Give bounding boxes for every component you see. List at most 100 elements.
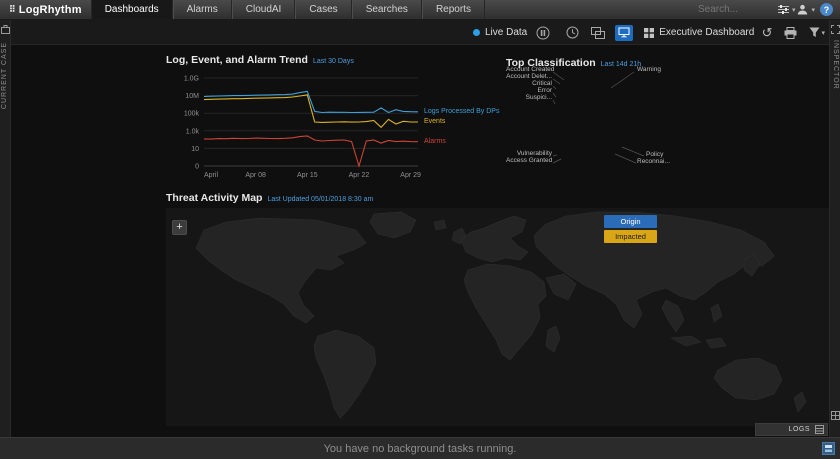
tab-label: Searches (366, 4, 408, 15)
island-indonesia-1 (671, 336, 701, 346)
donut-label-error: Error (506, 87, 552, 94)
pause-icon[interactable] (536, 26, 550, 40)
trend-series-label-events: Events (424, 118, 445, 125)
status-bar: You have no background tasks running. (0, 437, 840, 459)
tab-label: CloudAI (246, 4, 282, 15)
tab-alarms[interactable]: Alarms (173, 0, 232, 19)
search-caret-icon: ▾ (792, 6, 796, 14)
tab-cases[interactable]: Cases (295, 0, 351, 19)
map-panel-subtitle: Last Updated 05/01/2018 8:30 am (267, 196, 373, 203)
top-menu-bar: ⠿ LogRhythm Dashboards Alarms CloudAI Ca… (0, 0, 840, 20)
legend-impacted-button[interactable]: Impacted (604, 230, 657, 243)
inspector-label: INSPECTOR (832, 40, 839, 90)
donut-label-policy: Policy (646, 151, 663, 158)
print-icon[interactable] (784, 27, 797, 39)
user-caret-icon: ▾ (811, 6, 815, 14)
island-indonesia-2 (706, 338, 726, 348)
live-data-label: Live Data (485, 27, 527, 38)
logrhythm-logo-icon: ⠿ (9, 4, 16, 15)
logs-tray-label: LOGS (789, 426, 810, 433)
donut-label-access-granted: Access Granted (506, 157, 552, 164)
world-map-graphic (166, 208, 829, 426)
logs-tray[interactable]: LOGS (755, 423, 828, 436)
trend-series-label-alarms: Alarms (424, 138, 446, 145)
expand-icon[interactable] (831, 23, 840, 35)
tab-reports[interactable]: Reports (422, 0, 485, 19)
map-panel-header: Threat Activity Map Last Updated 05/01/20… (166, 188, 829, 206)
donut-label-vulnerability: Vulnerability (506, 150, 552, 157)
current-case-sidebar[interactable]: CURRENT CASE (0, 20, 11, 437)
trend-panel-header: Log, Event, and Alarm Trend Last 30 Days (166, 50, 518, 68)
svg-text:Apr 15: Apr 15 (297, 172, 318, 179)
tab-dashboards[interactable]: Dashboards (91, 0, 173, 19)
svg-text:1.0G: 1.0G (184, 76, 199, 83)
map-zoom-in-button[interactable]: + (172, 220, 187, 235)
island-greenland (370, 212, 416, 238)
tab-label: Reports (436, 4, 471, 15)
continent-australia (714, 358, 782, 400)
search-input[interactable] (698, 4, 776, 15)
briefcase-icon[interactable] (1, 23, 10, 35)
map-panel-title: Threat Activity Map (166, 192, 262, 204)
svg-text:10: 10 (191, 146, 199, 153)
dashboard-selector[interactable]: Executive Dashboard (659, 27, 754, 38)
toolbar-right-group: ↺ ▾ (762, 20, 825, 45)
background-tasks-message: You have no background tasks running. (324, 443, 517, 455)
trend-panel-subtitle: Last 30 Days (313, 58, 354, 65)
topbar-spacer (485, 0, 698, 19)
window-panel-icon[interactable] (822, 442, 835, 459)
undo-icon[interactable]: ↺ (762, 26, 773, 39)
trend-panel-title: Log, Event, and Alarm Trend (166, 54, 308, 66)
tab-searches[interactable]: Searches (352, 0, 422, 19)
svg-text:10M: 10M (185, 93, 199, 100)
inspector-sidebar[interactable]: INSPECTOR (829, 20, 840, 437)
svg-text:April: April (204, 172, 218, 179)
tab-label: Alarms (187, 4, 218, 15)
donut-label-suspicious: Suspici... (506, 94, 552, 101)
island-iceland (434, 220, 446, 230)
donut-label-reconnaissance: Reconnai... (637, 158, 670, 165)
trend-chart-body: 1.0G10M100k1.0k100AprilApr 08Apr 15Apr 2… (166, 70, 518, 187)
svg-text:100k: 100k (184, 111, 200, 118)
region-southeast-asia (662, 300, 684, 332)
trend-line-chart: 1.0G10M100k1.0k100AprilApr 08Apr 15Apr 2… (166, 70, 518, 182)
trend-chart-panel: Log, Event, and Alarm TrendLast 30 Days … (166, 50, 518, 184)
filter-caret-icon: ▾ (821, 29, 825, 37)
continent-south-america (314, 330, 376, 418)
continent-north-america (196, 218, 366, 323)
monitor-view-icon[interactable] (615, 25, 633, 41)
donut-label-account-created: Account Created (506, 66, 552, 73)
world-map-canvas[interactable]: + Origin Impacted (166, 208, 829, 426)
layouts-icon[interactable] (591, 27, 605, 39)
search-settings-icon[interactable] (778, 5, 789, 14)
tab-cloudai[interactable]: CloudAI (232, 0, 296, 19)
filter-icon[interactable]: ▾ (809, 27, 825, 38)
app-logo-text: LogRhythm (19, 4, 82, 16)
svg-text:0: 0 (195, 164, 199, 171)
legend-origin-button[interactable]: Origin (604, 215, 657, 228)
trend-series-label-logs: Logs Processed By DPs (424, 108, 499, 115)
threat-map-panel: Threat Activity Map Last Updated 05/01/20… (166, 188, 829, 426)
continent-africa (464, 264, 546, 360)
map-legend: Origin Impacted (604, 215, 657, 243)
svg-text:Apr 08: Apr 08 (245, 172, 266, 179)
current-case-label: CURRENT CASE (1, 42, 8, 109)
donut-label-account-deleted: Account Delet... (506, 73, 552, 80)
clock-icon[interactable] (566, 26, 579, 39)
tab-label: Dashboards (105, 4, 159, 15)
island-new-zealand (794, 392, 806, 412)
island-philippines (711, 304, 722, 322)
grid-icon (644, 28, 654, 38)
region-arabia (546, 274, 576, 300)
classification-panel: Top ClassificationLast 14d 21h Account C… (506, 53, 828, 185)
global-search: ▾ ▾ ? (698, 0, 840, 19)
donut-label-critical: Critical (506, 80, 552, 87)
toolbar-center-group: Live Data Executive Dashboard (473, 20, 754, 45)
panel-grid-icon[interactable] (831, 409, 840, 421)
live-data-indicator-icon[interactable] (473, 29, 480, 36)
dashboard-content: Log, Event, and Alarm TrendLast 30 Days … (11, 45, 829, 437)
user-icon[interactable] (797, 4, 808, 15)
island-madagascar (546, 326, 560, 352)
help-icon[interactable]: ? (820, 3, 833, 16)
dashboard-toolbar: Live Data Executive Dashboard ↺ ▾ (11, 20, 829, 45)
